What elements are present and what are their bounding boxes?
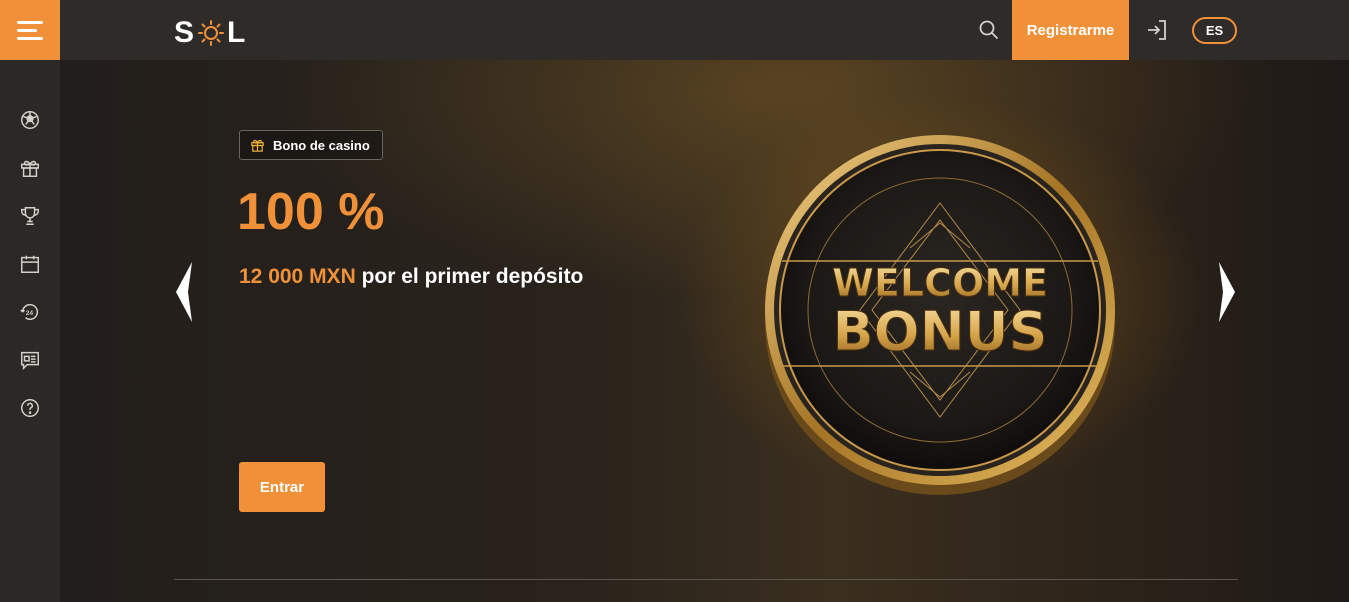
- promo-banner: Bono de casino 100 % 12 000 MXN por el p…: [60, 60, 1349, 602]
- coin-bonus-text: BONUS: [833, 300, 1048, 363]
- sidebar-item-promotions[interactable]: [0, 144, 60, 192]
- gift-icon: [251, 139, 264, 152]
- sidebar-item-news[interactable]: [0, 336, 60, 384]
- sidebar-item-calendar[interactable]: [0, 240, 60, 288]
- badge-label: Bono de casino: [273, 137, 370, 153]
- svg-text:24: 24: [26, 310, 34, 317]
- language-selector[interactable]: ES: [1192, 17, 1237, 44]
- chevron-left-icon[interactable]: [172, 260, 196, 324]
- hamburger-menu-button[interactable]: [0, 0, 60, 60]
- bonus-amount: 12 000 MXN: [239, 265, 356, 288]
- sidebar-item-support[interactable]: 24: [0, 288, 60, 336]
- bonus-subtitle: por el primer depósito: [355, 265, 584, 288]
- sidebar-item-sports[interactable]: [0, 96, 60, 144]
- chevron-right-icon[interactable]: [1215, 260, 1239, 324]
- sidebar: 24: [0, 0, 60, 602]
- hamburger-menu-icon: [17, 20, 43, 24]
- gift-icon: [21, 160, 39, 177]
- help-icon: [21, 399, 39, 417]
- welcome-bonus-coin: WELCOME BONUS: [765, 135, 1115, 495]
- sidebar-item-help[interactable]: [0, 384, 60, 432]
- divider: [174, 579, 1238, 580]
- sol-logo[interactable]: S L: [174, 16, 246, 50]
- bonus-description: 12 000 MXN por el primer depósito: [239, 265, 583, 289]
- trophy-icon: [21, 207, 39, 225]
- casino-bonus-badge: Bono de casino: [239, 130, 383, 160]
- calendar-icon: [21, 255, 39, 273]
- support-24-icon: 24: [20, 303, 38, 321]
- search-icon[interactable]: [978, 19, 1000, 41]
- enter-button[interactable]: Entrar: [239, 462, 325, 512]
- sidebar-item-tournaments[interactable]: [0, 192, 60, 240]
- sidebar-nav: 24: [0, 96, 60, 432]
- sun-logo-icon: [198, 20, 225, 46]
- login-icon[interactable]: [1145, 18, 1169, 42]
- bonus-percentage: 100 %: [237, 183, 385, 241]
- news-icon: [21, 351, 39, 371]
- coin-welcome-text: WELCOME: [832, 261, 1048, 305]
- soccer-ball-icon: [21, 111, 39, 129]
- header: S L Registrarme ES: [60, 0, 1349, 60]
- register-button[interactable]: Registrarme: [1012, 0, 1129, 60]
